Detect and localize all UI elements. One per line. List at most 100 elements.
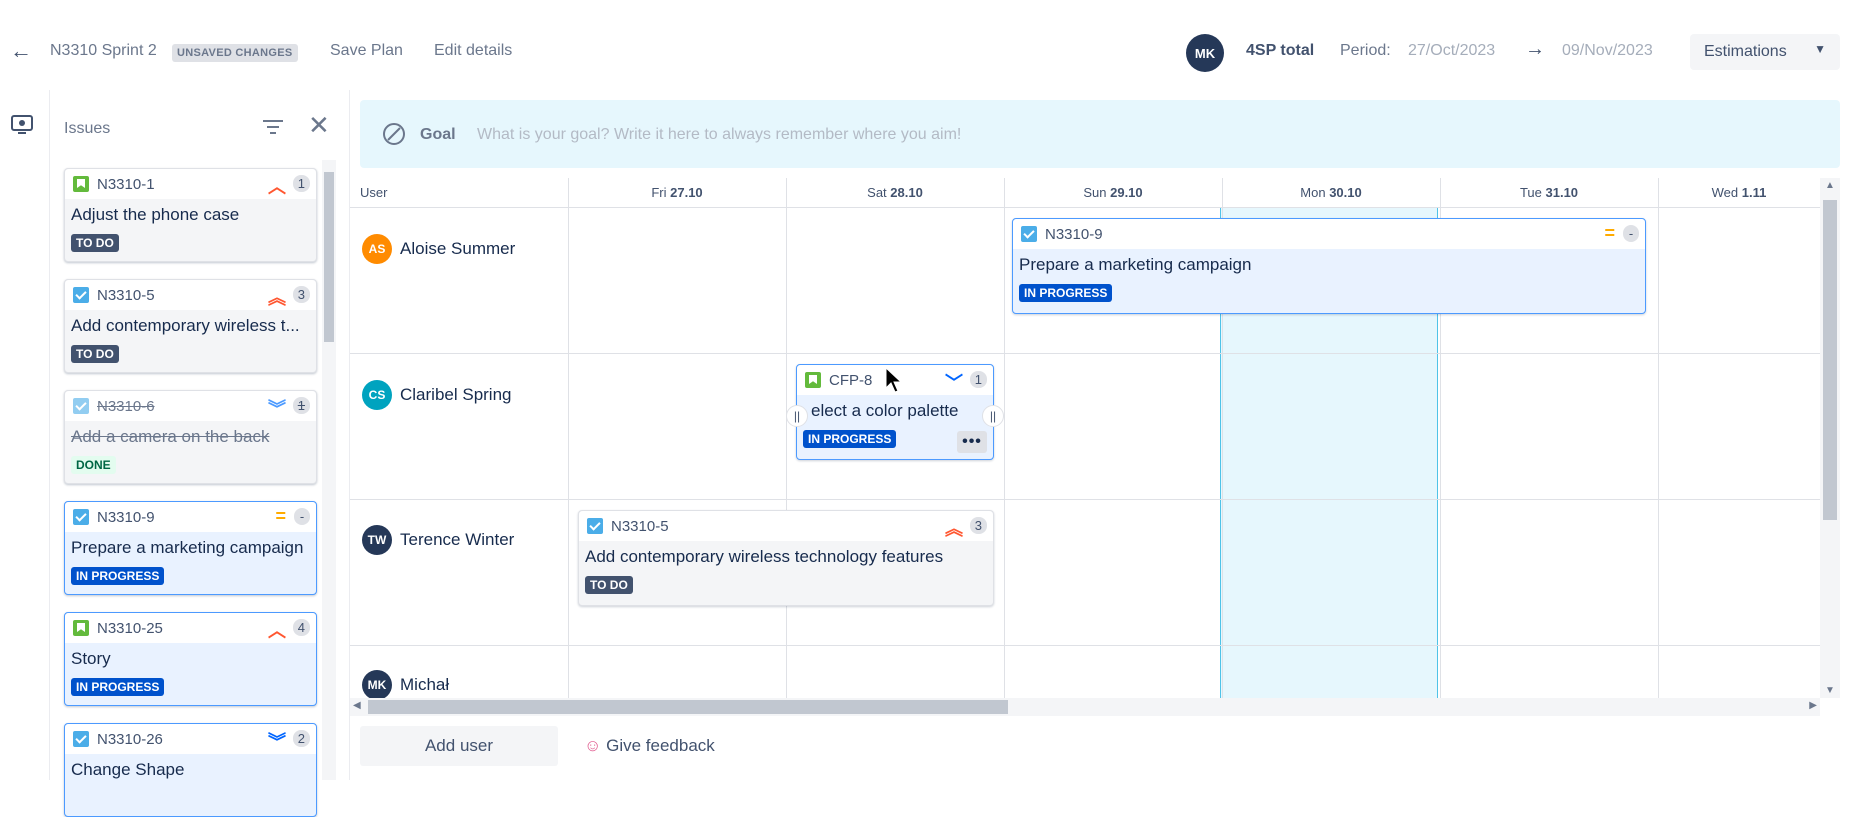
issue-title: Add a camera on the back (71, 427, 270, 446)
priority-highest-icon: ︽ (268, 288, 286, 308)
issue-key: N3310-6 (97, 398, 155, 415)
user-row: TW Terence Winter (362, 525, 514, 555)
issue-key: CFP-8 (829, 372, 873, 389)
estimate-badge: - (1623, 225, 1639, 242)
issue-card[interactable]: N3310-26 ︾ 2 Change Shape (64, 723, 317, 817)
issue-key: N3310-5 (611, 518, 669, 535)
issue-key: N3310-5 (97, 287, 155, 304)
calendar-grid: User Fri 27.10 Sat 28.10 Sun 29.10 Mon 3… (350, 178, 1820, 698)
priority-highest-icon: ︽ (945, 519, 963, 539)
filter-icon[interactable] (262, 118, 284, 136)
unsaved-badge: UNSAVED CHANGES (172, 44, 298, 62)
status-badge: IN PROGRESS (803, 430, 897, 448)
goal-label: Goal (420, 126, 456, 143)
top-bar: ← N3310 Sprint 2 UNSAVED CHANGES Save Pl… (0, 0, 1870, 90)
back-arrow-icon[interactable]: ← (10, 38, 32, 64)
issue-title: Add contemporary wireless t... (71, 316, 300, 335)
scroll-down-icon[interactable]: ▼ (1825, 685, 1835, 696)
give-feedback-link[interactable]: ☺ Give feedback (584, 736, 715, 756)
story-icon (73, 176, 89, 192)
calendar-card[interactable]: N3310-5 ︽ 3 Add contemporary wireless te… (578, 510, 994, 606)
day-header: Tue 31.10 (1440, 178, 1658, 208)
story-icon (73, 620, 89, 636)
status-badge: DONE (71, 456, 116, 474)
task-icon (1021, 226, 1037, 242)
story-icon (805, 372, 821, 388)
calendar-card[interactable]: CFP-8 ﹀ 1 elect a color palette IN PROGR… (786, 364, 1004, 460)
close-icon[interactable]: ✕ (308, 110, 330, 141)
calendar-horizontal-scrollbar[interactable]: ◀ ▶ (350, 698, 1820, 716)
avatar: AS (362, 234, 392, 264)
estimate-badge: 1 (292, 397, 310, 414)
issue-card[interactable]: N3310-6 ︾ 1 Add a camera on the back DON… (64, 390, 317, 484)
priority-high-icon: ︿ (268, 621, 286, 641)
user-name: Claribel Spring (400, 385, 512, 404)
resize-handle-right[interactable]: || (982, 405, 1004, 427)
issue-key: N3310-1 (97, 176, 155, 193)
task-icon (73, 398, 89, 414)
avatar: MK (362, 670, 392, 698)
status-badge: IN PROGRESS (71, 567, 165, 585)
user-row: MK Michał (362, 670, 449, 698)
estimations-label: Estimations (1704, 43, 1787, 60)
monitor-icon[interactable] (10, 114, 34, 136)
task-icon (587, 518, 603, 534)
task-icon (73, 509, 89, 525)
status-badge: IN PROGRESS (1019, 284, 1113, 302)
status-badge: TO DO (71, 234, 119, 252)
issue-title: Add contemporary wireless technology fea… (585, 547, 944, 566)
cursor-pointer-icon (885, 367, 903, 393)
estimate-badge: 1 (969, 371, 987, 388)
user-row: CS Claribel Spring (362, 380, 512, 410)
day-header: Fri 27.10 (568, 178, 786, 208)
issue-key: N3310-9 (1045, 226, 1103, 243)
issue-title: Prepare a marketing campaign (1019, 255, 1252, 274)
scroll-up-icon[interactable]: ▲ (1825, 180, 1835, 191)
more-menu-icon[interactable]: ••• (957, 431, 987, 453)
total-points: 4SP total (1246, 42, 1315, 59)
issue-card[interactable]: N3310-1 ︿ 1 Adjust the phone case TO DO (64, 168, 317, 262)
issues-scrollbar[interactable] (322, 160, 336, 780)
issue-card[interactable]: N3310-5 ︽ 3 Add contemporary wireless t.… (64, 279, 317, 373)
issue-title: elect a color palette (811, 401, 959, 420)
period-start[interactable]: 27/Oct/2023 (1408, 42, 1495, 60)
scroll-right-icon[interactable]: ▶ (1809, 700, 1817, 711)
estimate-badge: 4 (292, 619, 310, 636)
sidebar-rail (0, 90, 50, 780)
goal-bar[interactable]: Goal What is your goal? Write it here to… (360, 100, 1840, 168)
calendar-vertical-scrollbar[interactable]: ▲ ▼ (1820, 178, 1840, 698)
issue-card[interactable]: N3310-9 = - Prepare a marketing campaign… (64, 501, 317, 595)
issues-scroll-thumb[interactable] (324, 172, 334, 342)
issue-card[interactable]: N3310-25 ︿ 4 Story IN PROGRESS (64, 612, 317, 706)
day-header: Sun 29.10 (1004, 178, 1222, 208)
edit-details-button[interactable]: Edit details (434, 42, 512, 60)
issues-title: Issues (64, 120, 111, 137)
goal-icon (383, 123, 405, 145)
add-user-button[interactable]: Add user (360, 726, 558, 766)
issues-panel: Issues ✕ N3310-1 ︿ 1 Adjust the phone ca… (50, 90, 350, 817)
priority-medium-icon: = (1604, 223, 1615, 243)
avatar[interactable]: MK (1186, 34, 1224, 72)
period-label: Period: (1340, 42, 1391, 59)
priority-lowest-icon: ︾ (268, 732, 286, 752)
day-header: Wed 1.11 (1658, 178, 1820, 208)
task-icon (73, 287, 89, 303)
save-plan-button[interactable]: Save Plan (330, 42, 403, 60)
resize-handle-left[interactable]: || (786, 405, 808, 427)
goal-input[interactable]: What is your goal? Write it here to alwa… (477, 126, 961, 144)
smile-heart-icon: ☺ (584, 736, 602, 755)
avatar: TW (362, 525, 392, 555)
vertical-scroll-thumb[interactable] (1823, 200, 1837, 520)
task-icon (73, 731, 89, 747)
issue-key: N3310-26 (97, 731, 163, 748)
period-end[interactable]: 09/Nov/2023 (1562, 42, 1653, 60)
scroll-left-icon[interactable]: ◀ (353, 700, 361, 711)
estimate-badge: 1 (292, 175, 310, 192)
priority-low-icon: ﹀ (945, 373, 963, 393)
estimations-dropdown[interactable]: Estimations ▼ (1690, 34, 1840, 70)
horizontal-scroll-thumb[interactable] (368, 700, 1008, 714)
estimate-badge: 3 (969, 517, 987, 534)
priority-medium-icon: = (275, 506, 286, 526)
calendar-card[interactable]: N3310-9 = - Prepare a marketing campaign… (1012, 218, 1646, 314)
issue-title: Adjust the phone case (71, 205, 240, 224)
